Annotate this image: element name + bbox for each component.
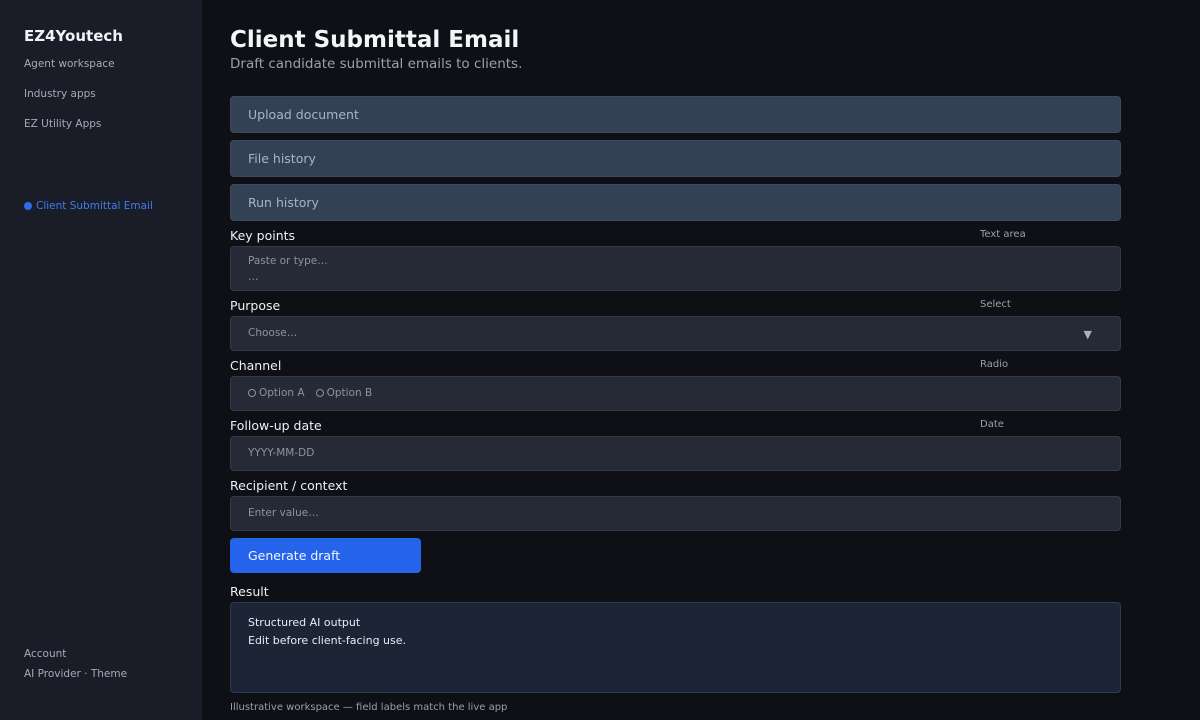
channel-option-b[interactable]: Option B: [315, 387, 373, 399]
follow-up-date-label: Follow-up date: [230, 418, 322, 433]
footnote: Illustrative workspace — field labels ma…: [230, 702, 508, 713]
file-history-panel[interactable]: File history: [230, 140, 1121, 177]
result-line: Structured AI output: [248, 616, 361, 629]
brand-logo: EZ4Youtech: [24, 27, 123, 45]
result-output[interactable]: Structured AI output Edit before client-…: [230, 602, 1121, 693]
active-dot-icon: [24, 202, 32, 210]
page-subtitle: Draft candidate submittal emails to clie…: [230, 56, 523, 72]
result-label: Result: [230, 584, 269, 599]
radio-label: Option B: [326, 387, 373, 399]
channel-label: Channel: [230, 358, 282, 373]
radio-circle-icon: [315, 389, 324, 397]
purpose-select[interactable]: Choose… ▼: [230, 316, 1121, 351]
channel-option-a[interactable]: Option A: [248, 387, 305, 399]
chevron-down-icon: ▼: [1083, 328, 1092, 341]
sidebar-item-client-submittal-email[interactable]: Client Submittal Email: [24, 200, 153, 212]
key-points-placeholder: Paste or type…: [248, 255, 328, 267]
sidebar-item-agent-workspace[interactable]: Agent workspace: [24, 58, 115, 70]
result-line: Edit before client-facing use.: [248, 634, 407, 647]
sidebar-item-label: Client Submittal Email: [36, 200, 153, 212]
recipient-context-input[interactable]: Enter value…: [230, 496, 1121, 531]
recipient-context-label: Recipient / context: [230, 478, 348, 493]
run-history-panel[interactable]: Run history: [230, 184, 1121, 221]
key-points-continuation: …: [248, 271, 259, 283]
provider-theme-link[interactable]: AI Provider · Theme: [24, 668, 127, 680]
account-link[interactable]: Account: [24, 648, 66, 660]
sidebar: EZ4Youtech Agent workspace Industry apps…: [0, 0, 202, 720]
sidebar-item-industry-apps[interactable]: Industry apps: [24, 88, 96, 100]
key-points-textarea[interactable]: Paste or type… …: [230, 246, 1121, 291]
sidebar-item-ez-utility-apps[interactable]: EZ Utility Apps: [24, 118, 101, 130]
channel-radio-group: Option A Option B: [230, 376, 1121, 411]
channel-type: Radio: [980, 359, 1009, 370]
follow-up-date-input[interactable]: YYYY-MM-DD: [230, 436, 1121, 471]
follow-up-date-type: Date: [980, 419, 1004, 430]
purpose-label: Purpose: [230, 298, 281, 313]
radio-circle-icon: [248, 389, 256, 397]
radio-label: Option A: [259, 387, 305, 399]
key-points-label: Key points: [230, 228, 296, 243]
key-points-type: Text area: [980, 229, 1026, 240]
generate-draft-button[interactable]: Generate draft: [230, 538, 421, 573]
upload-document-panel[interactable]: Upload document: [230, 96, 1121, 133]
purpose-placeholder: Choose…: [248, 327, 298, 339]
date-placeholder: YYYY-MM-DD: [248, 447, 315, 459]
page-title: Client Submittal Email: [230, 27, 520, 53]
recipient-placeholder: Enter value…: [248, 507, 319, 519]
purpose-type: Select: [980, 299, 1011, 310]
